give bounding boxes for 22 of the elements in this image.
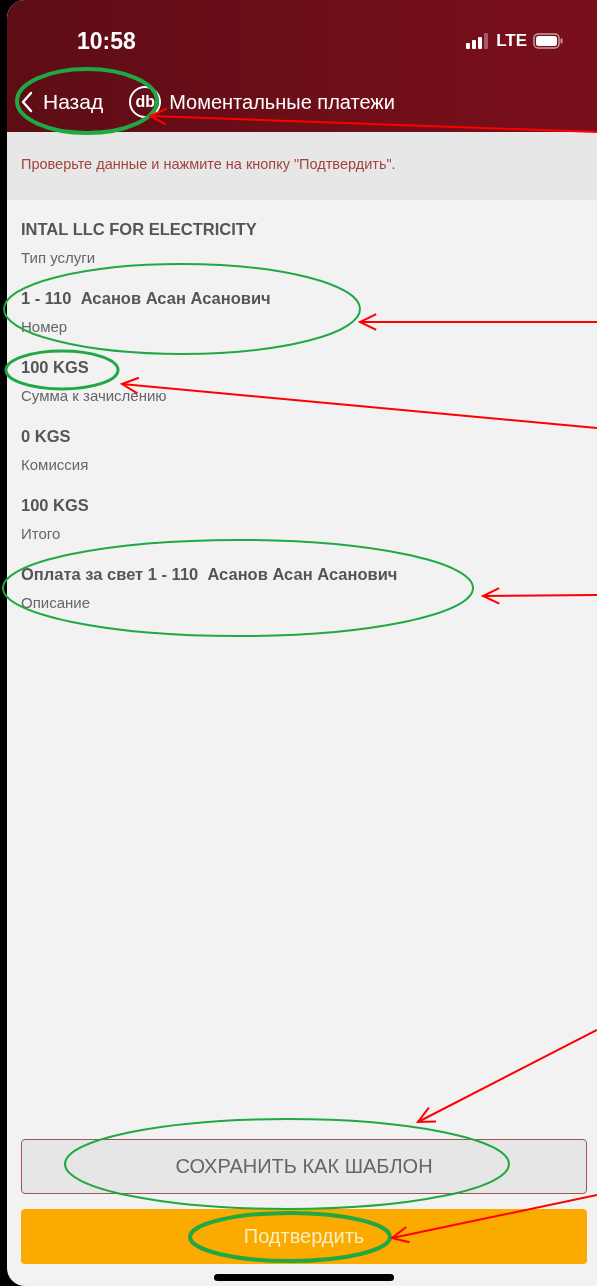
field-label: Тип услуги [21, 249, 96, 266]
field-label: Номер [21, 318, 68, 335]
field-value: 1 - 110 Асанов Асан Асанович [21, 289, 271, 308]
field-label: Описание [21, 594, 91, 611]
back-chevron-icon [21, 91, 33, 113]
field-value: INTAL LLC FOR ELECTRICITY [21, 220, 257, 239]
battery-icon [533, 33, 563, 49]
status-time: 10:58 [77, 27, 136, 55]
field-value: 100 KGS [21, 496, 89, 515]
field-label: Итого [21, 525, 61, 542]
signal-icon [466, 33, 491, 49]
field-label: Сумма к зачислению [21, 387, 167, 404]
save-template-button[interactable]: СОХРАНИТЬ КАК ШАБЛОН [21, 1139, 587, 1194]
network-label: LTE [496, 31, 527, 51]
field-value: 100 KGS [21, 358, 89, 377]
screen-title: Моментальные платежи [169, 90, 395, 114]
field-value: Оплата за свет 1 - 110 Асанов Асан Асанович [21, 565, 398, 584]
bank-logo: db [129, 86, 162, 118]
field-value: 0 KGS [21, 427, 71, 446]
back-button[interactable]: Назад [21, 90, 104, 114]
notice-banner: Проверьте данные и нажмите на кнопку "Подтвердить". [7, 132, 597, 200]
field-label: Комиссия [21, 456, 89, 473]
